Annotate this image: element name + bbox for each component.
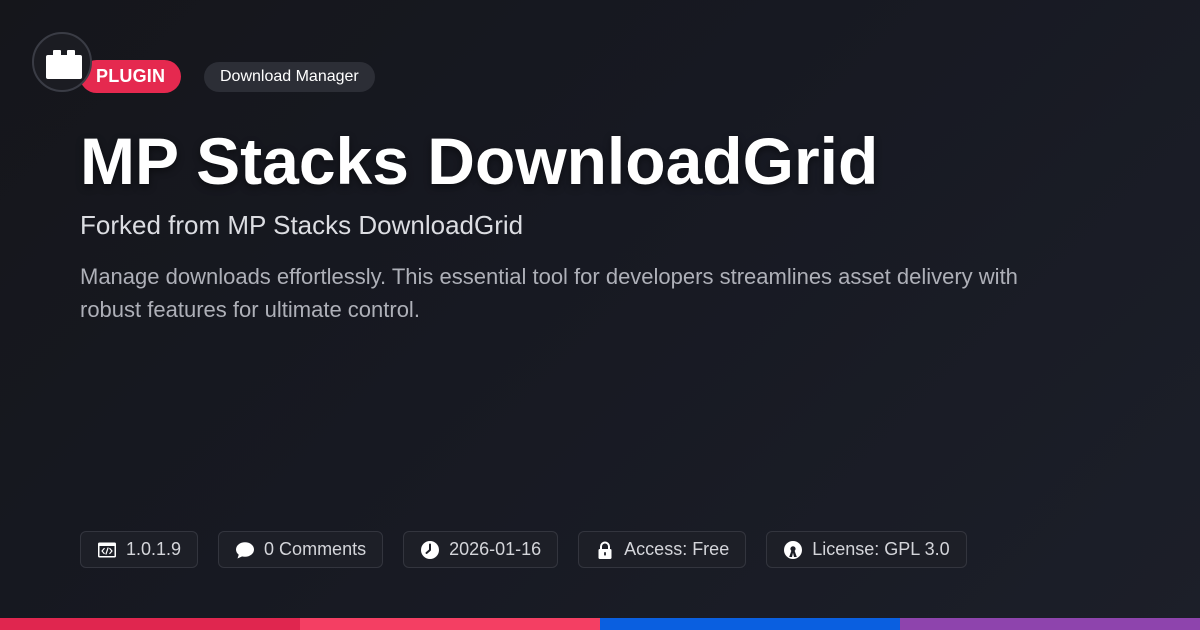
color-bar-segment: [900, 618, 1200, 630]
type-badge: PLUGIN: [80, 60, 182, 93]
version-text: 1.0.1.9: [126, 539, 182, 559]
lock-icon: [595, 540, 615, 560]
comment-bubble-icon: [235, 540, 255, 560]
license-pill: License: GPL 3.0: [766, 531, 967, 568]
comments-text: 0 Comments: [264, 539, 367, 559]
license-text: License: GPL 3.0: [812, 539, 950, 559]
category-badge[interactable]: Download Manager: [204, 62, 375, 92]
date-text: 2026-01-16: [449, 539, 542, 559]
date-pill: 2026-01-16: [403, 531, 559, 568]
meta-row: 1.0.1.9 0 Comments 2026-01-16 Access: Fr…: [80, 531, 967, 568]
color-bar-segment: [0, 618, 300, 630]
version-pill: 1.0.1.9: [80, 531, 199, 568]
plugin-block-icon: [46, 55, 82, 79]
color-bar-segment: [300, 618, 600, 630]
plugin-logo: [32, 32, 92, 92]
page-subtitle: Forked from MP Stacks DownloadGrid: [80, 210, 524, 240]
code-window-icon: [97, 540, 117, 560]
color-bar-segment: [600, 618, 900, 630]
color-bar: [0, 618, 1200, 630]
clock-icon: [420, 540, 440, 560]
access-pill: Access: Free: [578, 531, 747, 568]
comments-pill[interactable]: 0 Comments: [218, 531, 384, 568]
page-title: MP Stacks DownloadGrid: [80, 124, 879, 198]
open-source-icon: [783, 540, 803, 560]
page-description: Manage downloads effortlessly. This esse…: [80, 264, 1018, 322]
access-text: Access: Free: [624, 539, 730, 559]
